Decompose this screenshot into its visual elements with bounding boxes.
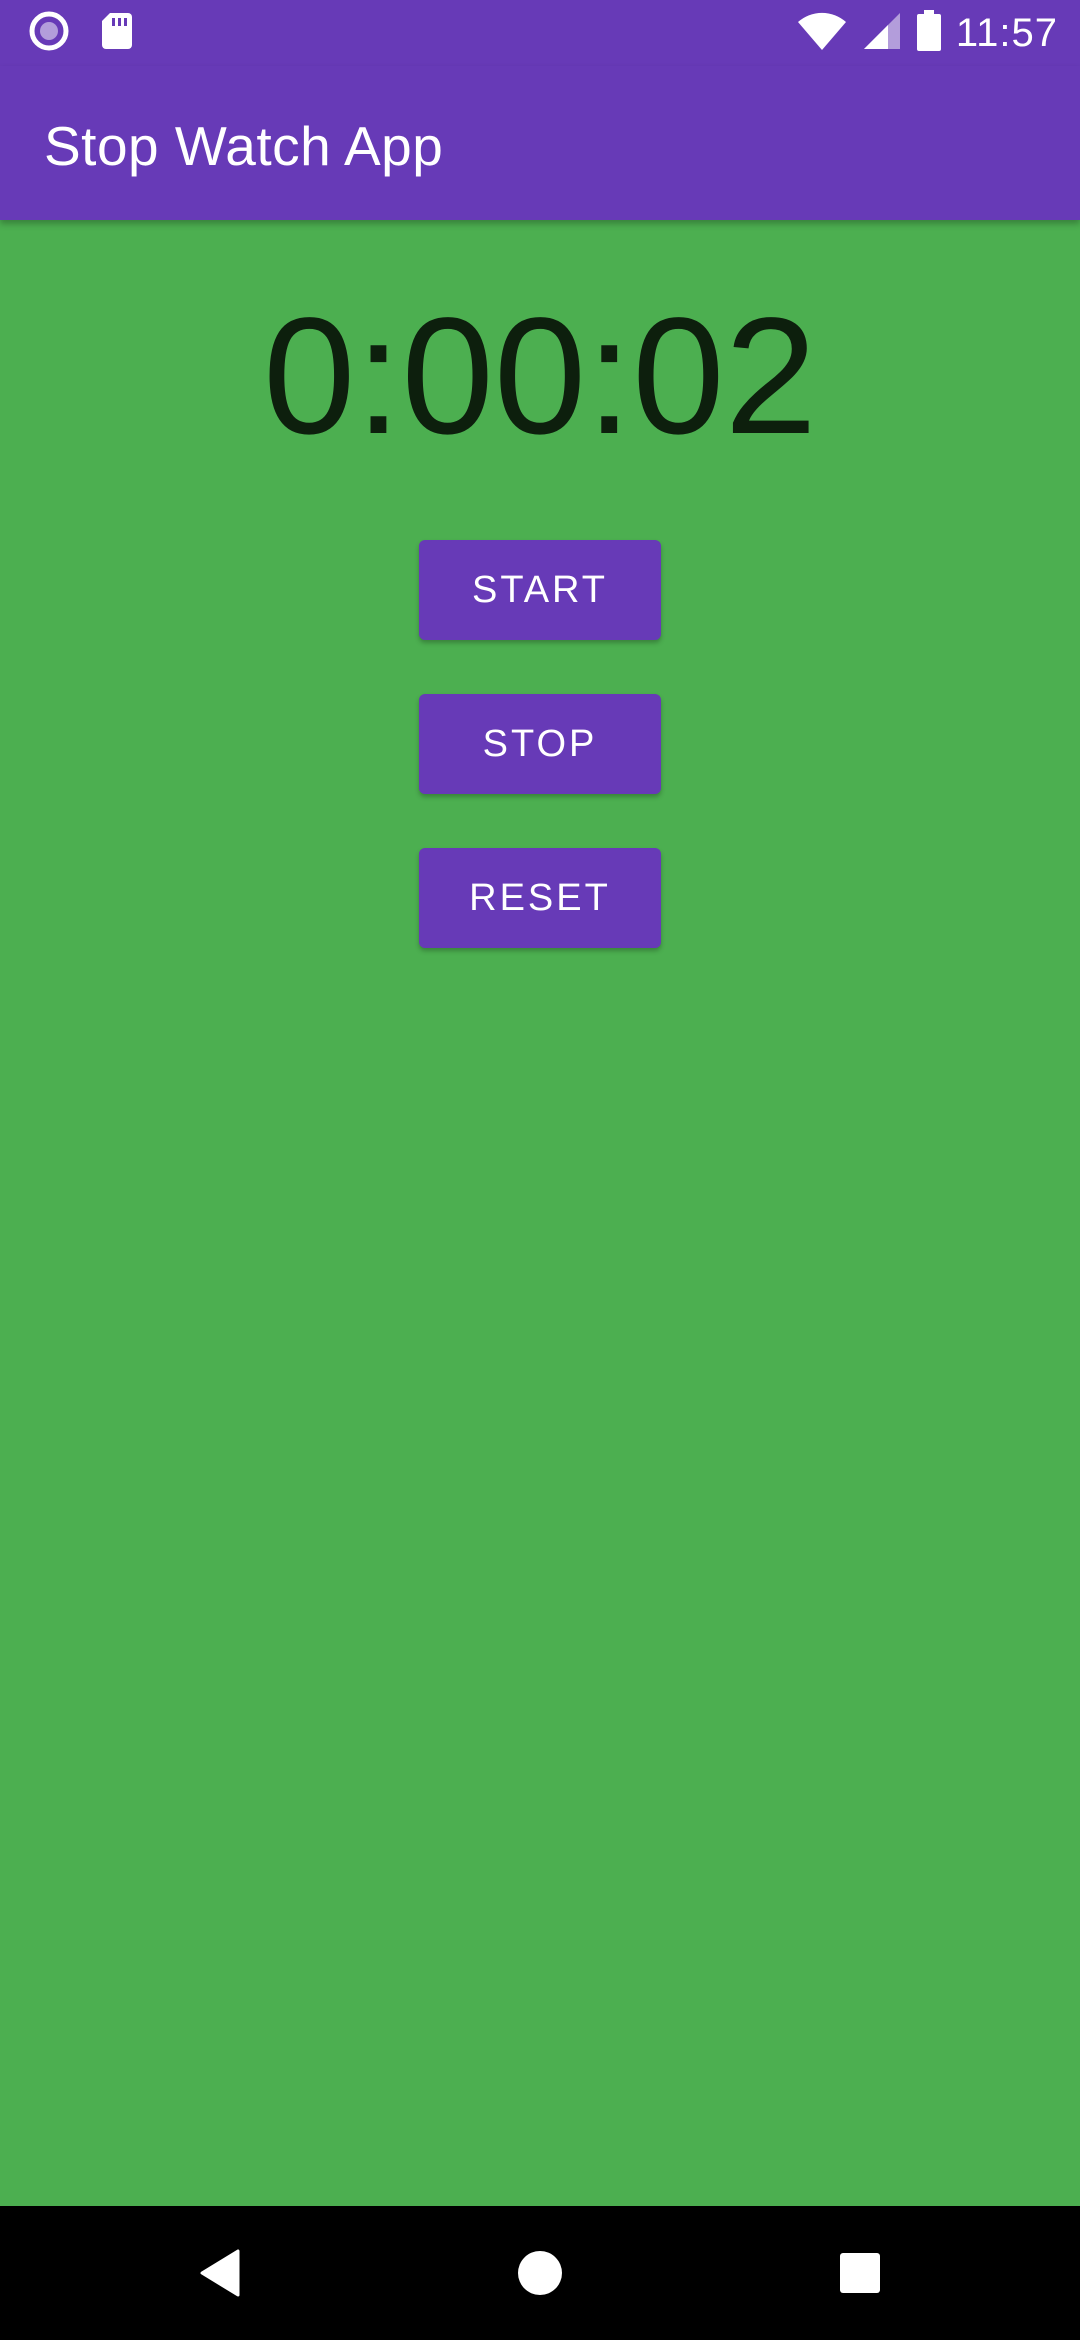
back-button[interactable] — [180, 2236, 260, 2310]
app-bar: Stop Watch App — [0, 66, 1080, 220]
app-title: Stop Watch App — [44, 115, 444, 177]
battery-icon — [916, 9, 942, 57]
start-button[interactable]: START — [419, 540, 661, 640]
wifi-icon — [796, 10, 848, 57]
back-icon — [200, 2249, 240, 2297]
recent-apps-icon — [840, 2253, 880, 2293]
status-bar: 11:57 — [0, 0, 1080, 66]
home-icon — [518, 2251, 562, 2295]
reset-button[interactable]: RESET — [419, 848, 661, 948]
recent-apps-button[interactable] — [820, 2236, 900, 2310]
stop-button[interactable]: STOP — [419, 694, 661, 794]
navigation-bar — [0, 2206, 1080, 2340]
screen: 11:57 Stop Watch App 0:00:02 START STOP … — [0, 0, 1080, 2340]
status-time: 11:57 — [955, 10, 1058, 55]
signal-icon — [862, 11, 902, 56]
home-button[interactable] — [500, 2236, 580, 2310]
timer-display: 0:00:02 — [263, 284, 817, 469]
radio-icon — [28, 10, 70, 57]
sd-card-icon — [100, 11, 134, 56]
